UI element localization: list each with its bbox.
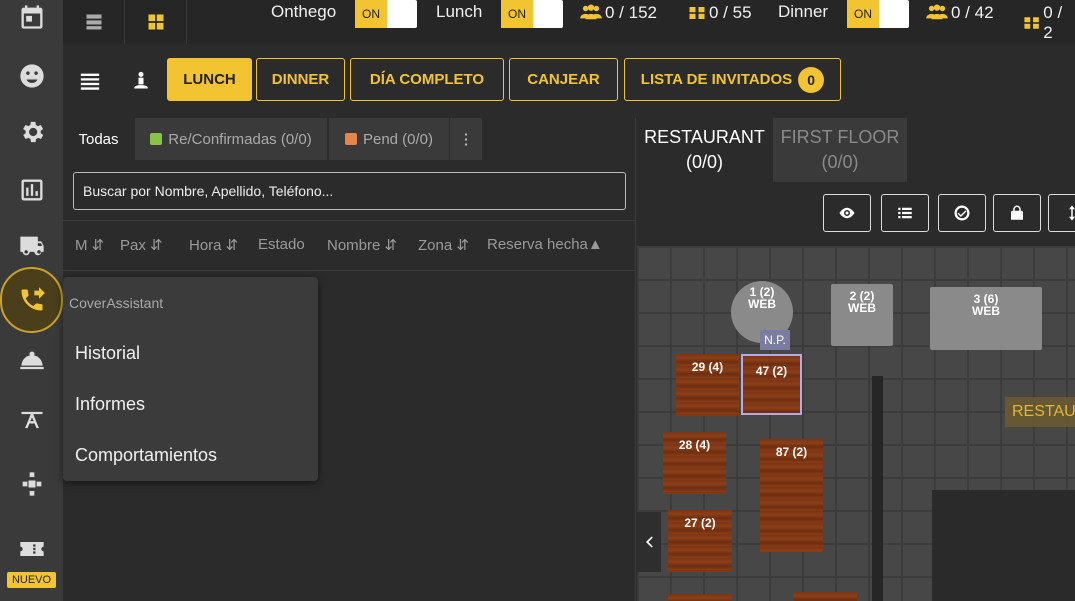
view-lock-button[interactable]	[993, 194, 1041, 232]
floor-plan-panel: RESTAURANT (0/0) FIRST FLOOR (0/0) 1 (2) WE…	[637, 118, 1075, 601]
tab-confirmadas[interactable]: Re/Confirmadas (0/0)	[135, 118, 327, 160]
tab-first-floor[interactable]: FIRST FLOOR (0/0)	[773, 118, 907, 182]
coverassistant-menu: CoverAssistant Historial Informes Compor…	[63, 277, 318, 481]
col-nombre[interactable]: Nombre ⇵	[327, 236, 397, 254]
lunch-tables-count: 0 / 55	[688, 3, 752, 23]
calendar-icon[interactable]	[0, 0, 63, 45]
tables-icon	[689, 7, 705, 19]
np-label: N.P.	[760, 330, 790, 350]
dinner-toggle[interactable]: ON	[847, 0, 909, 28]
table-partial[interactable]	[668, 594, 732, 601]
zone-label: RESTAU	[1005, 397, 1075, 427]
people-icon	[926, 4, 948, 20]
grid-icon[interactable]	[125, 0, 187, 44]
eye-icon	[839, 207, 855, 219]
list-icon[interactable]	[77, 70, 103, 97]
lunch-label: Lunch	[436, 2, 483, 21]
invitados-count-badge: 0	[798, 66, 825, 93]
nuevo-badge: NUEVO	[7, 572, 56, 588]
toolbar: LUNCH DINNER DÍA COMPLETO CANJEAR LISTA …	[63, 44, 1075, 118]
menu-title: CoverAssistant	[69, 295, 164, 311]
people-icon	[580, 4, 602, 20]
lunch-toggle[interactable]: ON	[501, 0, 563, 28]
divider	[63, 220, 636, 221]
phone-forward-icon[interactable]	[0, 267, 63, 333]
menu-item-informes[interactable]: Informes	[75, 394, 145, 415]
chevron-left-icon[interactable]	[637, 512, 661, 572]
lunch-button[interactable]: LUNCH	[167, 58, 252, 101]
col-reserva-hecha[interactable]: Reserva hecha▲	[487, 236, 603, 253]
col-estado[interactable]: Estado	[258, 236, 305, 253]
server-icon[interactable]	[63, 0, 125, 44]
tab-todas[interactable]: Todas	[63, 118, 134, 160]
view-eye-button[interactable]	[823, 194, 871, 232]
tab-restaurant[interactable]: RESTAURANT (0/0)	[637, 118, 772, 182]
floor-plan: 1 (2) WEB N.P. 2 (2) WEB 3 (6) WEB 29 (4) 4…	[637, 246, 1075, 601]
table-27[interactable]: 27 (2)	[668, 510, 732, 572]
confirmed-color-icon	[150, 133, 163, 145]
view-check-button[interactable]	[938, 194, 986, 232]
canjear-button[interactable]: CANJEAR	[509, 58, 618, 101]
divider	[63, 270, 636, 271]
table-47[interactable]: 47 (2)	[741, 354, 802, 415]
table-2[interactable]: 2 (2) WEB	[831, 284, 893, 346]
dinner-button[interactable]: DINNER	[256, 58, 345, 101]
ticket-icon[interactable]	[0, 521, 63, 577]
wall-block	[932, 490, 1075, 601]
dia-completo-button[interactable]: DÍA COMPLETO	[350, 58, 504, 101]
more-options-icon[interactable]: ⋮	[450, 118, 482, 160]
search-input[interactable]	[73, 172, 626, 210]
view-resize-button[interactable]	[1048, 194, 1075, 232]
table-29[interactable]: 29 (4)	[676, 354, 739, 416]
menu-item-historial[interactable]: Historial	[75, 343, 140, 364]
onthego-label: Onthego	[271, 2, 337, 21]
pending-color-icon	[344, 133, 357, 145]
check-circle-icon	[954, 205, 970, 221]
face-icon[interactable]	[0, 48, 63, 104]
lock-icon	[1011, 205, 1023, 220]
view-list-button[interactable]	[881, 194, 929, 232]
table-28[interactable]: 28 (4)	[663, 432, 726, 494]
waiter-icon[interactable]	[131, 68, 151, 99]
puzzle-icon[interactable]	[0, 456, 63, 512]
col-m[interactable]: M ⇵	[75, 236, 104, 254]
menu-item-comportamientos[interactable]: Comportamientos	[75, 445, 217, 466]
lamp-icon[interactable]	[0, 392, 63, 448]
table-partial[interactable]	[794, 592, 857, 601]
cloche-icon[interactable]	[0, 333, 63, 389]
table-87[interactable]: 87 (2)	[760, 439, 823, 552]
truck-icon[interactable]	[0, 218, 63, 274]
list-icon	[898, 207, 912, 219]
table-3[interactable]: 3 (6) WEB	[930, 287, 1042, 350]
tab-pendientes[interactable]: Pend (0/0)	[329, 118, 449, 160]
tables-icon	[1024, 17, 1039, 29]
wall	[872, 376, 883, 601]
gear-icon[interactable]	[0, 104, 63, 160]
lunch-people-count: 0 / 152	[580, 3, 657, 23]
dinner-label: Dinner	[778, 2, 829, 21]
vertical-arrows-icon	[1069, 205, 1075, 221]
col-zona[interactable]: Zona ⇵	[418, 236, 469, 254]
left-sidebar: NUEVO	[0, 0, 63, 601]
dinner-tables-count: 0 / 2	[1023, 3, 1075, 43]
dinner-people-count: 0 / 42	[926, 3, 994, 23]
lista-invitados-button[interactable]: LISTA DE INVITADOS 0	[624, 58, 841, 101]
bar-chart-icon[interactable]	[0, 162, 63, 218]
col-pax[interactable]: Pax ⇵	[120, 236, 163, 254]
top-bar: Onthego ON Lunch ON 0 / 152 0 / 55 Dinne…	[63, 0, 1075, 44]
col-hora[interactable]: Hora ⇵	[189, 236, 238, 254]
onthego-toggle[interactable]: ON	[355, 0, 417, 28]
